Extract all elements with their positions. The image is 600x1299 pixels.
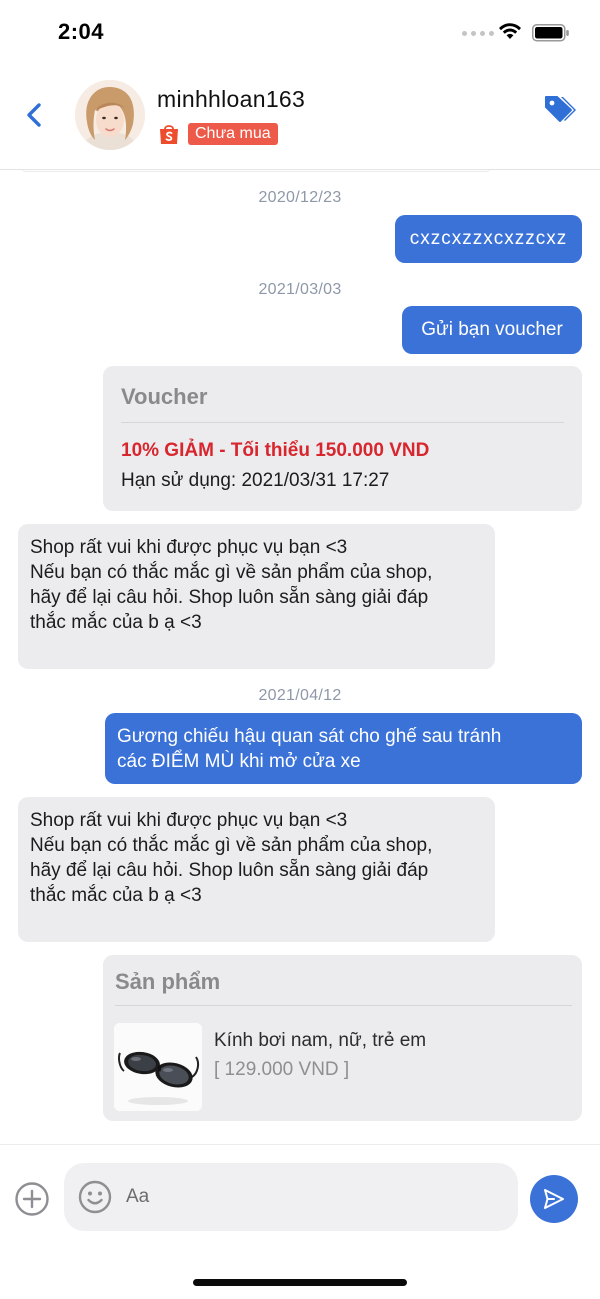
outgoing-message[interactable]: cxzcxzzxcxzzcxz bbox=[395, 215, 582, 263]
card-divider bbox=[121, 422, 564, 423]
smiley-icon[interactable] bbox=[78, 1180, 112, 1214]
outgoing-message[interactable]: Gương chiếu hậu quan sát cho ghế sau trá… bbox=[105, 713, 582, 784]
date-separator: 2020/12/23 bbox=[258, 189, 342, 206]
send-button[interactable] bbox=[530, 1175, 578, 1223]
avatar[interactable] bbox=[75, 80, 145, 150]
chat-username: minhhloan163 bbox=[157, 86, 306, 112]
home-indicator bbox=[193, 1279, 407, 1286]
voucher-expiry: Hạn sử dụng: 2021/03/31 17:27 bbox=[121, 470, 390, 491]
message-composer bbox=[0, 1144, 600, 1299]
message-line: thắc mắc của b ạ <3 bbox=[30, 885, 202, 906]
tag-icon[interactable] bbox=[541, 94, 577, 124]
back-chevron-icon[interactable] bbox=[22, 100, 48, 130]
date-separator: 2021/03/03 bbox=[258, 281, 342, 298]
voucher-card-title: Voucher bbox=[121, 384, 208, 409]
previous-message-edge bbox=[20, 166, 492, 172]
message-line: Nếu bạn có thắc mắc gì về sản phẩm của s… bbox=[30, 562, 433, 583]
voucher-discount: 10% GIẢM - Tối thiểu 150.000 VND bbox=[121, 440, 430, 461]
message-line: hãy để lại câu hỏi. Shop luôn sẵn sàng g… bbox=[30, 860, 429, 881]
message-line: Shop rất vui khi được phục vụ bạn <3 bbox=[30, 537, 348, 558]
card-divider bbox=[115, 1005, 572, 1006]
message-line: Nếu bạn có thắc mắc gì về sản phẩm của s… bbox=[30, 835, 433, 856]
swim-goggles-image bbox=[114, 1023, 202, 1111]
wifi-icon bbox=[499, 23, 521, 39]
incoming-message[interactable]: Shop rất vui khi được phục vụ bạn <3 Nếu… bbox=[18, 797, 495, 942]
incoming-message[interactable]: Shop rất vui khi được phục vụ bạn <3 Nếu… bbox=[18, 524, 495, 669]
message-line: Shop rất vui khi được phục vụ bạn <3 bbox=[30, 810, 348, 831]
date-separator: 2021/04/12 bbox=[258, 687, 342, 704]
plus-circle-icon[interactable] bbox=[14, 1181, 50, 1217]
status-time: 2:04 bbox=[58, 19, 105, 44]
product-price: [ 129.000 VND ] bbox=[214, 1059, 350, 1080]
status-bar: 2:04 bbox=[0, 0, 600, 66]
message-line: hãy để lại câu hỏi. Shop luôn sẵn sàng g… bbox=[30, 587, 429, 608]
outgoing-message[interactable]: Gửi bạn voucher bbox=[402, 306, 582, 354]
message-input-wrapper[interactable] bbox=[64, 1163, 518, 1231]
chat-header: minhhloan163 Chưa mua bbox=[0, 66, 600, 170]
message-line: thắc mắc của b ạ <3 bbox=[30, 612, 202, 633]
battery-icon bbox=[532, 24, 569, 42]
product-card[interactable]: Sản phẩm Kính bơi nam, nữ, trẻ em [ 129.… bbox=[103, 955, 582, 1121]
message-input[interactable] bbox=[126, 1177, 496, 1217]
signal-dots-icon bbox=[462, 31, 494, 36]
product-name: Kính bơi nam, nữ, trẻ em bbox=[214, 1030, 427, 1051]
message-line: các ĐIỂM MÙ khi mở cửa xe bbox=[117, 751, 361, 772]
voucher-card[interactable]: Voucher 10% GIẢM - Tối thiểu 150.000 VND… bbox=[103, 366, 582, 511]
shopee-bag-icon bbox=[160, 125, 178, 144]
avatar-image bbox=[75, 80, 145, 150]
purchase-status-badge: Chưa mua bbox=[188, 123, 278, 145]
product-thumbnail[interactable] bbox=[114, 1023, 202, 1111]
send-icon bbox=[544, 1189, 564, 1209]
message-line: Gương chiếu hậu quan sát cho ghế sau trá… bbox=[117, 726, 502, 747]
product-card-title: Sản phẩm bbox=[115, 969, 221, 994]
